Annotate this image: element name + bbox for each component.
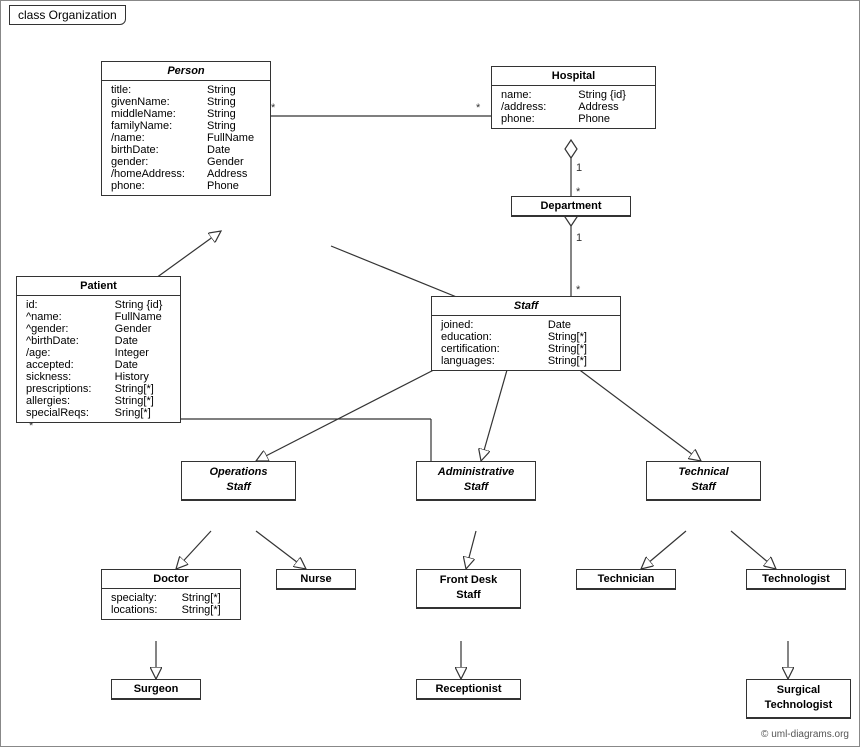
svg-text:*: *	[476, 102, 481, 114]
patient-body: id:String {id} ^name:FullName ^gender:Ge…	[17, 296, 180, 422]
doctor-box: Doctor specialty:String[*] locations:Str…	[101, 569, 241, 620]
svg-text:*: *	[576, 284, 581, 296]
doctor-body: specialty:String[*] locations:String[*]	[102, 589, 240, 619]
administrative-staff-box: AdministrativeStaff	[416, 461, 536, 501]
staff-box: Staff joined:Date education:String[*] ce…	[431, 296, 621, 371]
technical-staff-box: TechnicalStaff	[646, 461, 761, 501]
technologist-box: Technologist	[746, 569, 846, 590]
copyright: © uml-diagrams.org	[761, 729, 849, 740]
hospital-body: name:String {id} /address:Address phone:…	[492, 86, 655, 128]
surgeon-box: Surgeon	[111, 679, 201, 700]
hospital-title: Hospital	[492, 67, 655, 86]
department-title: Department	[512, 197, 630, 216]
svg-text:*: *	[271, 102, 276, 114]
nurse-box: Nurse	[276, 569, 356, 590]
receptionist-title: Receptionist	[417, 680, 520, 699]
operations-staff-box: OperationsStaff	[181, 461, 296, 501]
operations-staff-title: OperationsStaff	[182, 462, 295, 500]
nurse-title: Nurse	[277, 570, 355, 589]
surgical-technologist-title: SurgicalTechnologist	[747, 680, 850, 718]
technical-staff-title: TechnicalStaff	[647, 462, 760, 500]
surgeon-title: Surgeon	[112, 680, 200, 699]
diagram-container: class Organization 1	[0, 0, 860, 747]
staff-title: Staff	[432, 297, 620, 316]
receptionist-box: Receptionist	[416, 679, 521, 700]
technician-box: Technician	[576, 569, 676, 590]
svg-text:1: 1	[576, 232, 582, 244]
svg-text:1: 1	[576, 162, 582, 174]
technician-title: Technician	[577, 570, 675, 589]
front-desk-staff-title: Front DeskStaff	[417, 570, 520, 608]
front-desk-staff-box: Front DeskStaff	[416, 569, 521, 609]
staff-body: joined:Date education:String[*] certific…	[432, 316, 620, 370]
diagram-title: class Organization	[9, 5, 126, 25]
person-box: Person title:String givenName:String mid…	[101, 61, 271, 196]
hospital-box: Hospital name:String {id} /address:Addre…	[491, 66, 656, 129]
person-body: title:String givenName:String middleName…	[102, 81, 270, 195]
surgical-technologist-box: SurgicalTechnologist	[746, 679, 851, 719]
administrative-staff-title: AdministrativeStaff	[417, 462, 535, 500]
person-title: Person	[102, 62, 270, 81]
doctor-title: Doctor	[102, 570, 240, 589]
technologist-title: Technologist	[747, 570, 845, 589]
department-box: Department	[511, 196, 631, 217]
patient-box: Patient id:String {id} ^name:FullName ^g…	[16, 276, 181, 423]
patient-title: Patient	[17, 277, 180, 296]
